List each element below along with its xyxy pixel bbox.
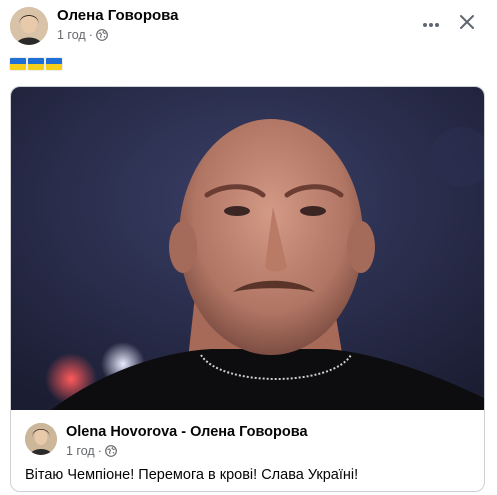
ukraine-flag-icon	[46, 58, 62, 70]
post-header: Олена Говорова 1 год ·	[0, 0, 497, 50]
author-avatar[interactable]	[10, 7, 48, 45]
post-meta: 1 год ·	[57, 28, 108, 42]
shared-post-card[interactable]: Olena Hovorova - Олена Говорова 1 год · …	[10, 86, 485, 492]
post-text-flags	[10, 58, 62, 70]
more-options-button[interactable]	[417, 10, 445, 38]
more-options-icon	[422, 15, 440, 33]
ukraine-flag-icon	[28, 58, 44, 70]
post-time[interactable]: 1 год	[57, 28, 86, 42]
ukraine-flag-icon	[10, 58, 26, 70]
shared-photo[interactable]	[11, 87, 484, 410]
shared-author-name[interactable]: Olena Hovorova - Олена Говорова	[66, 424, 308, 440]
close-icon	[459, 14, 475, 35]
globe-icon	[95, 29, 108, 41]
shared-post-header: Olena Hovorova - Олена Говорова 1 год ·	[11, 417, 484, 461]
shared-post-time[interactable]: 1 год	[66, 444, 95, 458]
close-button[interactable]	[453, 10, 481, 38]
shared-post-meta: 1 год ·	[66, 444, 117, 458]
globe-icon	[104, 445, 117, 457]
shared-author-avatar[interactable]	[25, 423, 57, 455]
meta-separator: ·	[88, 28, 93, 42]
meta-separator: ·	[97, 444, 102, 458]
shared-post-text: Вітаю Чемпіоне! Перемога в крові! Слава …	[25, 467, 359, 483]
author-name[interactable]: Олена Говорова	[57, 7, 179, 24]
